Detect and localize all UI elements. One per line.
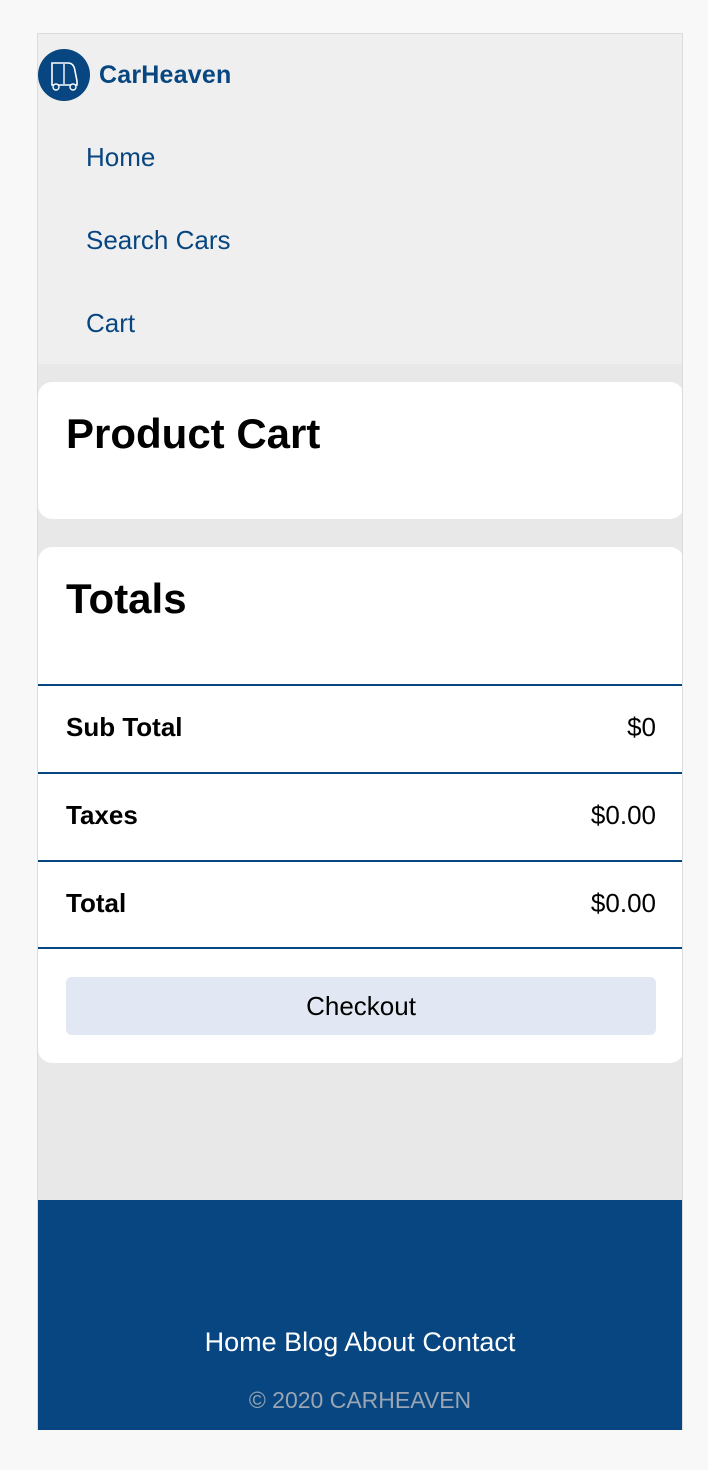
taxes-row: Taxes $0.00 xyxy=(38,772,682,859)
footer-link-blog[interactable]: Blog xyxy=(284,1327,338,1357)
copyright-text: © 2020 CARHEAVEN xyxy=(248,1387,472,1413)
subtotal-row: Sub Total $0 xyxy=(38,684,682,771)
taxes-label: Taxes xyxy=(66,800,138,830)
total-label: Total xyxy=(66,888,127,918)
footer-link-about[interactable]: About xyxy=(344,1327,415,1357)
page-frame: CarHeaven Home Search Cars Cart Product … xyxy=(37,33,683,1430)
car-logo-icon xyxy=(38,49,90,101)
site-footer: Home Blog About Contact © 2020 CARHEAVEN xyxy=(38,1200,682,1430)
brand-name: CarHeaven xyxy=(99,60,232,89)
taxes-value: $0.00 xyxy=(590,800,656,830)
nav-item-search-cars[interactable]: Search Cars xyxy=(86,225,231,256)
footer-link-home[interactable]: Home xyxy=(205,1327,277,1357)
totals-title: Totals xyxy=(66,575,187,622)
product-cart-title: Product Cart xyxy=(66,410,321,457)
total-value: $0.00 xyxy=(590,888,656,918)
nav-item-cart[interactable]: Cart xyxy=(86,308,135,339)
footer-links: Home Blog About Contact xyxy=(38,1327,682,1358)
subtotal-value: $0 xyxy=(627,712,656,742)
footer-link-contact[interactable]: Contact xyxy=(422,1327,515,1357)
brand[interactable]: CarHeaven xyxy=(38,48,231,102)
checkout-button[interactable]: Checkout xyxy=(66,977,656,1035)
nav-item-home[interactable]: Home xyxy=(86,142,155,173)
subtotal-label: Sub Total xyxy=(66,712,183,742)
total-row: Total $0.00 xyxy=(38,860,682,949)
site-header: CarHeaven Home Search Cars Cart xyxy=(38,34,682,364)
product-cart-card: Product Cart xyxy=(38,382,682,519)
